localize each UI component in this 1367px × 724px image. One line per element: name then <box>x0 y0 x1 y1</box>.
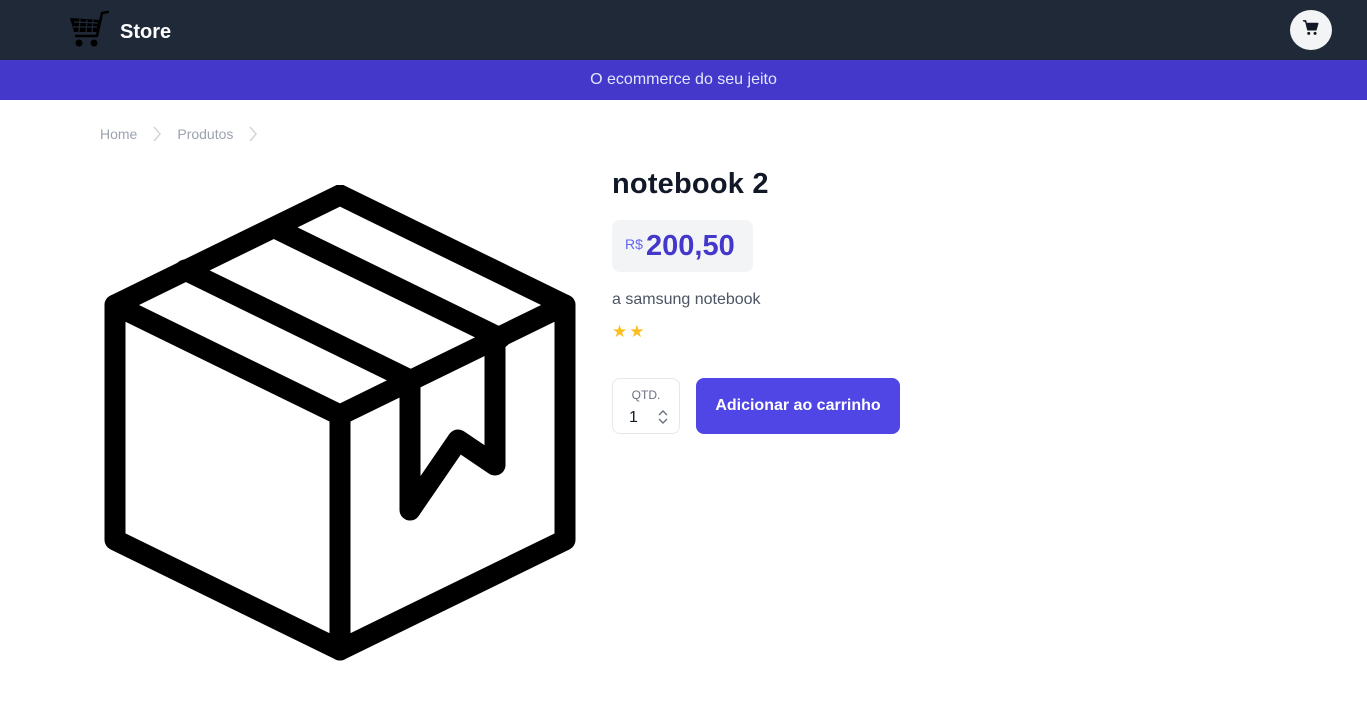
quantity-stepper[interactable]: QTD. 1 <box>612 378 680 434</box>
top-navbar: Store <box>0 0 1367 60</box>
star-icon: ★ <box>629 322 645 342</box>
shopping-cart-icon <box>66 10 110 55</box>
price-currency: R$ <box>625 236 643 252</box>
cart-button[interactable] <box>1290 10 1332 50</box>
breadcrumb: Home Produtos <box>100 124 273 144</box>
product-rating: ★ ★ <box>612 322 647 342</box>
chevron-right-icon <box>149 124 165 144</box>
quantity-label: QTD. <box>631 388 661 402</box>
quantity-value[interactable]: 1 <box>629 409 638 427</box>
brand-name: Store <box>120 21 172 43</box>
breadcrumb-products[interactable]: Produtos <box>177 126 233 142</box>
promo-banner: O ecommerce do seu jeito <box>0 60 1367 100</box>
product-price: 200,50 <box>646 230 735 262</box>
chevron-right-icon <box>245 124 261 144</box>
cart-icon <box>1302 19 1320 42</box>
price-box: R$ 200,50 <box>612 220 753 272</box>
product-title: notebook 2 <box>612 168 769 200</box>
breadcrumb-home[interactable]: Home <box>100 126 137 142</box>
product-description: a samsung notebook <box>612 291 761 308</box>
package-box-icon <box>100 184 580 669</box>
add-to-cart-button[interactable]: Adicionar ao carrinho <box>696 378 900 434</box>
star-icon: ★ <box>612 322 628 342</box>
banner-text: O ecommerce do seu jeito <box>590 71 777 88</box>
stepper-arrows-icon[interactable] <box>657 409 669 425</box>
brand-link[interactable]: Store <box>66 10 171 55</box>
product-image <box>100 184 580 665</box>
